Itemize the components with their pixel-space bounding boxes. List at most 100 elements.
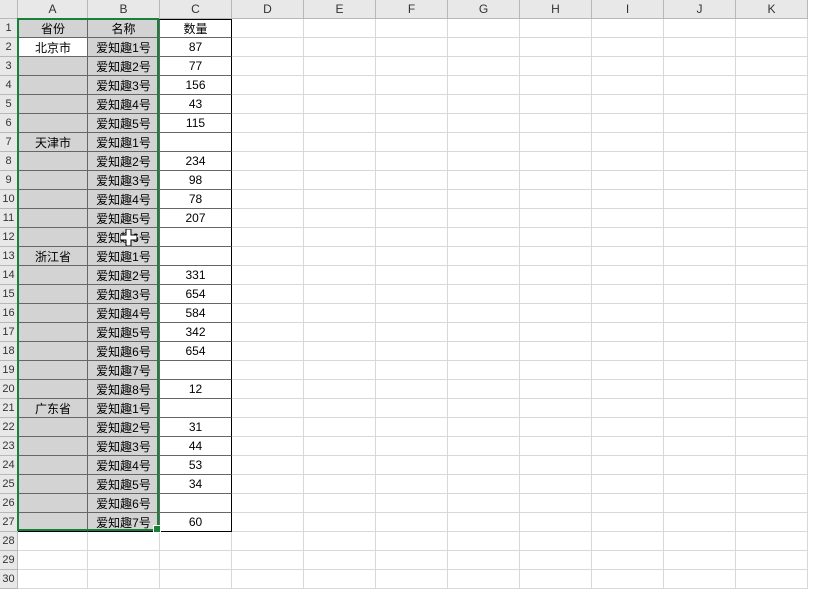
cell-C13[interactable] <box>160 247 232 266</box>
cell-I3[interactable] <box>592 57 664 76</box>
cell-D19[interactable] <box>232 361 304 380</box>
cell-A25[interactable] <box>18 475 88 494</box>
cell-E23[interactable] <box>304 437 376 456</box>
cell-K2[interactable] <box>736 38 808 57</box>
cell-G11[interactable] <box>448 209 520 228</box>
cell-I12[interactable] <box>592 228 664 247</box>
cell-B15[interactable]: 爱知趣3号 <box>88 285 160 304</box>
cell-A15[interactable] <box>18 285 88 304</box>
cell-D20[interactable] <box>232 380 304 399</box>
cell-I21[interactable] <box>592 399 664 418</box>
cell-D2[interactable] <box>232 38 304 57</box>
cell-F27[interactable] <box>376 513 448 532</box>
cell-C9[interactable]: 98 <box>160 171 232 190</box>
cell-E12[interactable] <box>304 228 376 247</box>
cell-A1[interactable]: 省份 <box>18 19 88 38</box>
cell-G20[interactable] <box>448 380 520 399</box>
cell-I30[interactable] <box>592 570 664 589</box>
cell-K25[interactable] <box>736 475 808 494</box>
cell-H25[interactable] <box>520 475 592 494</box>
cell-B14[interactable]: 爱知趣2号 <box>88 266 160 285</box>
column-header-C[interactable]: C <box>160 0 232 19</box>
cell-F19[interactable] <box>376 361 448 380</box>
cell-F14[interactable] <box>376 266 448 285</box>
row-header-22[interactable]: 22 <box>0 418 18 437</box>
cell-I27[interactable] <box>592 513 664 532</box>
cell-F5[interactable] <box>376 95 448 114</box>
cell-J19[interactable] <box>664 361 736 380</box>
cell-A19[interactable] <box>18 361 88 380</box>
cell-B23[interactable]: 爱知趣3号 <box>88 437 160 456</box>
cell-H27[interactable] <box>520 513 592 532</box>
cell-I14[interactable] <box>592 266 664 285</box>
cell-H10[interactable] <box>520 190 592 209</box>
cell-G25[interactable] <box>448 475 520 494</box>
cell-I23[interactable] <box>592 437 664 456</box>
cell-K12[interactable] <box>736 228 808 247</box>
cell-B17[interactable]: 爱知趣5号 <box>88 323 160 342</box>
cell-E2[interactable] <box>304 38 376 57</box>
cell-E30[interactable] <box>304 570 376 589</box>
cell-B5[interactable]: 爱知趣4号 <box>88 95 160 114</box>
cell-F30[interactable] <box>376 570 448 589</box>
cell-H14[interactable] <box>520 266 592 285</box>
cell-K15[interactable] <box>736 285 808 304</box>
cell-B8[interactable]: 爱知趣2号 <box>88 152 160 171</box>
cell-F29[interactable] <box>376 551 448 570</box>
cell-A21[interactable]: 广东省 <box>18 399 88 418</box>
cell-E1[interactable] <box>304 19 376 38</box>
cell-D15[interactable] <box>232 285 304 304</box>
column-header-I[interactable]: I <box>592 0 664 19</box>
cell-F13[interactable] <box>376 247 448 266</box>
cell-G26[interactable] <box>448 494 520 513</box>
cell-J17[interactable] <box>664 323 736 342</box>
cell-J30[interactable] <box>664 570 736 589</box>
cell-I10[interactable] <box>592 190 664 209</box>
column-header-D[interactable]: D <box>232 0 304 19</box>
cell-G21[interactable] <box>448 399 520 418</box>
cell-A8[interactable] <box>18 152 88 171</box>
column-header-E[interactable]: E <box>304 0 376 19</box>
cell-D5[interactable] <box>232 95 304 114</box>
cell-G18[interactable] <box>448 342 520 361</box>
cell-H19[interactable] <box>520 361 592 380</box>
cell-I11[interactable] <box>592 209 664 228</box>
row-header-29[interactable]: 29 <box>0 551 18 570</box>
row-header-26[interactable]: 26 <box>0 494 18 513</box>
cell-A2[interactable]: 北京市 <box>18 38 88 57</box>
cell-B30[interactable] <box>88 570 160 589</box>
cell-K14[interactable] <box>736 266 808 285</box>
cell-G3[interactable] <box>448 57 520 76</box>
row-header-1[interactable]: 1 <box>0 19 18 38</box>
cell-J26[interactable] <box>664 494 736 513</box>
cell-I2[interactable] <box>592 38 664 57</box>
cell-C20[interactable]: 12 <box>160 380 232 399</box>
cell-D23[interactable] <box>232 437 304 456</box>
cell-C27[interactable]: 60 <box>160 513 232 532</box>
cell-A22[interactable] <box>18 418 88 437</box>
cell-B10[interactable]: 爱知趣4号 <box>88 190 160 209</box>
cell-C16[interactable]: 584 <box>160 304 232 323</box>
cell-E16[interactable] <box>304 304 376 323</box>
row-header-21[interactable]: 21 <box>0 399 18 418</box>
cell-G12[interactable] <box>448 228 520 247</box>
cell-H24[interactable] <box>520 456 592 475</box>
cell-B20[interactable]: 爱知趣8号 <box>88 380 160 399</box>
cell-J28[interactable] <box>664 532 736 551</box>
column-header-J[interactable]: J <box>664 0 736 19</box>
cell-H4[interactable] <box>520 76 592 95</box>
cell-B19[interactable]: 爱知趣7号 <box>88 361 160 380</box>
cell-B1[interactable]: 名称 <box>88 19 160 38</box>
cell-G10[interactable] <box>448 190 520 209</box>
cell-K29[interactable] <box>736 551 808 570</box>
cell-F24[interactable] <box>376 456 448 475</box>
cell-H9[interactable] <box>520 171 592 190</box>
cell-E28[interactable] <box>304 532 376 551</box>
cell-J24[interactable] <box>664 456 736 475</box>
row-header-16[interactable]: 16 <box>0 304 18 323</box>
cell-I4[interactable] <box>592 76 664 95</box>
cell-G24[interactable] <box>448 456 520 475</box>
cell-B25[interactable]: 爱知趣5号 <box>88 475 160 494</box>
cell-D29[interactable] <box>232 551 304 570</box>
cell-G9[interactable] <box>448 171 520 190</box>
